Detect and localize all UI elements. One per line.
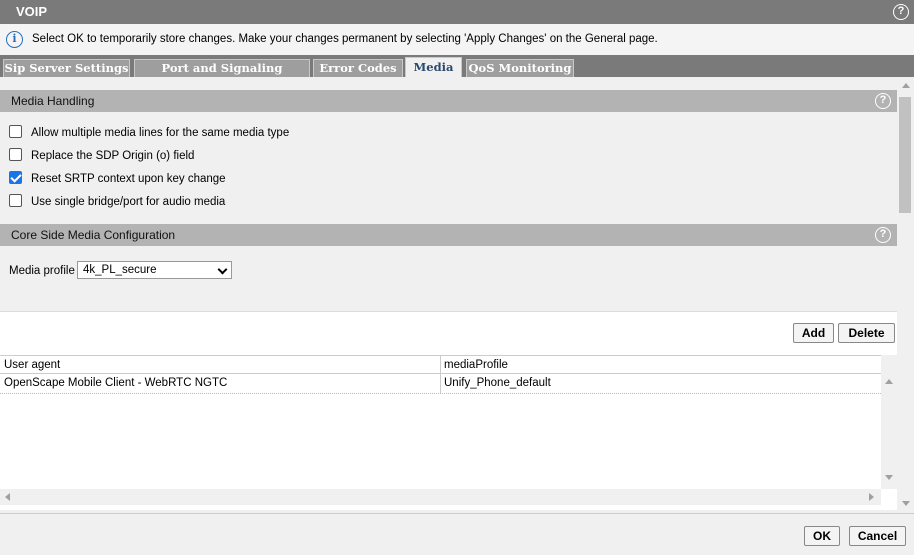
scroll-left-icon[interactable] bbox=[5, 493, 10, 501]
cell-user-agent: OpenScape Mobile Client - WebRTC NGTC bbox=[4, 377, 228, 389]
grid-vertical-scrollbar[interactable] bbox=[881, 355, 897, 489]
option-multiple-media-lines[interactable]: Allow multiple media lines for the same … bbox=[9, 125, 290, 142]
scrollbar-thumb[interactable] bbox=[899, 97, 911, 213]
table-row[interactable]: OpenScape Mobile Client - WebRTC NGTC Un… bbox=[0, 374, 881, 394]
main-vertical-scrollbar[interactable] bbox=[897, 77, 914, 513]
dialog-footer: OK Cancel bbox=[0, 513, 914, 555]
ok-button[interactable]: OK bbox=[804, 526, 840, 546]
option-label: Replace the SDP Origin (o) field bbox=[31, 150, 195, 162]
tab-qos-monitoring[interactable]: QoS Monitoring bbox=[466, 59, 574, 77]
tab-sip-server-settings[interactable]: Sip Server Settings bbox=[3, 59, 130, 77]
scroll-right-icon[interactable] bbox=[869, 493, 874, 501]
option-label: Reset SRTP context upon key change bbox=[31, 173, 226, 185]
media-profile-value: 4k_PL_secure bbox=[83, 264, 157, 276]
option-label: Use single bridge/port for audio media bbox=[31, 196, 226, 208]
media-tab-content: Media Handling ? Allow multiple media li… bbox=[0, 77, 914, 513]
grid-horizontal-scrollbar[interactable] bbox=[0, 489, 881, 505]
checkbox-replace-sdp-origin[interactable] bbox=[9, 148, 22, 162]
core-side-help-icon[interactable]: ? bbox=[875, 227, 891, 243]
option-reset-srtp-context[interactable]: Reset SRTP context upon key change bbox=[9, 171, 226, 188]
option-label: Allow multiple media lines for the same … bbox=[31, 127, 290, 139]
core-side-media-title: Core Side Media Configuration bbox=[11, 228, 176, 242]
scroll-up-icon[interactable] bbox=[885, 379, 893, 384]
tab-strip: Sip Server Settings Port and Signaling S… bbox=[0, 55, 914, 92]
media-handling-header: Media Handling ? bbox=[0, 90, 897, 112]
window-title-bar: VOIP ? bbox=[0, 0, 914, 24]
checkbox-single-bridge-port[interactable] bbox=[9, 194, 22, 208]
media-handling-title: Media Handling bbox=[11, 94, 95, 108]
option-replace-sdp-origin[interactable]: Replace the SDP Origin (o) field bbox=[9, 148, 195, 165]
info-bar: i Select OK to temporarily store changes… bbox=[0, 24, 914, 55]
user-agent-grid: User agent mediaProfile OpenScape Mobile… bbox=[0, 355, 881, 489]
scroll-up-icon[interactable] bbox=[902, 83, 910, 88]
user-agent-table-panel: Add Delete User agent mediaProfile OpenS… bbox=[0, 311, 897, 510]
media-profile-select[interactable]: 4k_PL_secure bbox=[77, 261, 232, 279]
chevron-down-icon bbox=[217, 264, 228, 275]
help-icon[interactable]: ? bbox=[893, 4, 909, 20]
delete-button[interactable]: Delete bbox=[838, 323, 895, 343]
tab-media[interactable]: Media bbox=[405, 57, 462, 77]
media-profile-label: Media profile bbox=[9, 265, 75, 277]
window-title: VOIP bbox=[16, 4, 48, 19]
media-handling-help-icon[interactable]: ? bbox=[875, 93, 891, 109]
info-message: Select OK to temporarily store changes. … bbox=[32, 33, 658, 45]
column-header-media-profile[interactable]: mediaProfile bbox=[440, 356, 508, 374]
scroll-down-icon[interactable] bbox=[902, 501, 910, 506]
tab-error-codes[interactable]: Error Codes bbox=[313, 59, 403, 77]
info-icon: i bbox=[6, 31, 23, 48]
option-single-bridge-port[interactable]: Use single bridge/port for audio media bbox=[9, 194, 226, 211]
cancel-button[interactable]: Cancel bbox=[849, 526, 906, 546]
scroll-down-icon[interactable] bbox=[885, 475, 893, 480]
checkbox-multiple-media-lines[interactable] bbox=[9, 125, 22, 139]
core-side-media-header: Core Side Media Configuration ? bbox=[0, 224, 897, 246]
checkbox-reset-srtp-context[interactable] bbox=[9, 171, 22, 185]
column-header-user-agent[interactable]: User agent bbox=[0, 356, 60, 374]
tab-port-and-signaling-settings[interactable]: Port and Signaling Settings bbox=[134, 59, 310, 92]
cell-media-profile: Unify_Phone_default bbox=[444, 377, 551, 389]
add-button[interactable]: Add bbox=[793, 323, 834, 343]
